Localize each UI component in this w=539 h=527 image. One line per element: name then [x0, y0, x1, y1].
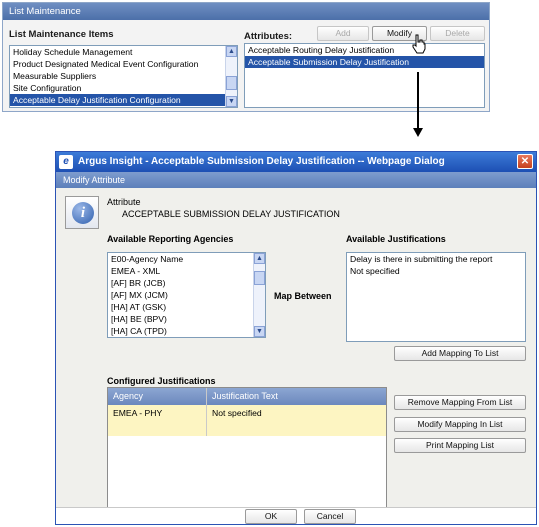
list-item-selected[interactable]: Acceptable Submission Delay Justificatio…	[245, 56, 484, 68]
add-mapping-button[interactable]: Add Mapping To List	[394, 346, 526, 361]
list-item[interactable]: [AF] MX (JCM)	[108, 289, 265, 301]
list-item[interactable]: [HA] AT (GSK)	[108, 301, 265, 313]
agencies-list[interactable]: E00-Agency Name EMEA - XML [AF] BR (JCB)…	[107, 252, 266, 338]
info-icon: i	[65, 196, 99, 229]
dialog-subtitle: Modify Attribute	[56, 172, 536, 188]
dialog-titlebar[interactable]: e Argus Insight - Acceptable Submission …	[56, 152, 536, 172]
agencies-scrollbar[interactable]: ▲ ▼	[253, 253, 265, 337]
list-item[interactable]: Not specified	[347, 265, 525, 277]
scroll-up-icon[interactable]: ▲	[226, 46, 237, 57]
delete-button[interactable]: Delete	[430, 26, 485, 41]
list-item[interactable]: Measurable Suppliers	[10, 70, 237, 82]
flow-arrow	[417, 72, 419, 130]
table-row[interactable]: EMEA - PHY Not specified	[108, 405, 386, 436]
agencies-label: Available Reporting Agencies	[107, 234, 234, 244]
list-item-selected[interactable]: Acceptable Delay Justification Configura…	[10, 94, 237, 106]
print-mapping-button[interactable]: Print Mapping List	[394, 438, 526, 453]
list-item[interactable]: Acceptable Routing Delay Justification	[245, 44, 484, 56]
scroll-thumb[interactable]	[226, 76, 237, 90]
list-item[interactable]: E00-Agency Name	[108, 253, 265, 265]
list-item[interactable]: EMEA - XML	[108, 265, 265, 277]
close-icon[interactable]: ✕	[517, 154, 533, 169]
list-item[interactable]: Site Configuration	[10, 82, 237, 94]
scroll-thumb[interactable]	[254, 271, 265, 285]
list-item[interactable]: Holiday Schedule Management	[10, 46, 237, 58]
hand-cursor-icon	[412, 34, 426, 54]
scroll-down-icon[interactable]: ▼	[226, 96, 237, 107]
list-maintenance-items-label: List Maintenance Items	[9, 29, 114, 40]
dialog-footer: OK Cancel	[56, 507, 536, 524]
list-item[interactable]: Product Designated Medical Event Configu…	[10, 58, 237, 70]
list-item[interactable]: [HA] CA (TPD)	[108, 325, 265, 337]
column-header-justification[interactable]: Justification Text	[212, 388, 278, 405]
scroll-down-icon[interactable]: ▼	[254, 326, 265, 337]
list-maintenance-items-list[interactable]: Holiday Schedule Management Product Desi…	[9, 45, 238, 108]
modify-attribute-dialog: e Argus Insight - Acceptable Submission …	[55, 151, 537, 525]
ie-logo-icon: e	[59, 155, 73, 169]
cancel-button[interactable]: Cancel	[304, 509, 356, 524]
grid-header: Agency Justification Text	[108, 388, 386, 405]
map-between-label: Map Between	[274, 291, 332, 301]
modify-mapping-button[interactable]: Modify Mapping In List	[394, 417, 526, 432]
flow-arrow-head-icon	[413, 128, 423, 137]
items-scrollbar[interactable]: ▲ ▼	[225, 46, 237, 107]
list-item[interactable]: [AF] BR (JCB)	[108, 277, 265, 289]
list-item[interactable]: [HA] BE (BPV)	[108, 313, 265, 325]
list-maintenance-title: List Maintenance	[3, 3, 489, 20]
grid-cell-justification: Not specified	[212, 408, 262, 418]
scroll-up-icon[interactable]: ▲	[254, 253, 265, 264]
attribute-label: Attribute	[107, 197, 141, 207]
justifications-list[interactable]: Delay is there in submitting the report …	[346, 252, 526, 342]
list-item[interactable]: Delay is there in submitting the report	[347, 253, 525, 265]
grid-cell-agency: EMEA - PHY	[113, 408, 163, 418]
attributes-list[interactable]: Acceptable Routing Delay Justification A…	[244, 43, 485, 108]
column-header-agency[interactable]: Agency	[113, 388, 143, 405]
ok-button[interactable]: OK	[245, 509, 297, 524]
justifications-label: Available Justifications	[346, 234, 446, 244]
attributes-label: Attributes:	[244, 31, 293, 42]
remove-mapping-button[interactable]: Remove Mapping From List	[394, 395, 526, 410]
add-button[interactable]: Add	[317, 26, 369, 41]
configured-justifications-grid: Agency Justification Text EMEA - PHY Not…	[107, 387, 387, 513]
dialog-title: Argus Insight - Acceptable Submission De…	[78, 156, 445, 167]
attribute-value: ACCEPTABLE SUBMISSION DELAY JUSTIFICATIO…	[122, 209, 340, 219]
column-divider	[206, 388, 207, 436]
configured-justifications-label: Configured Justifications	[107, 376, 216, 386]
